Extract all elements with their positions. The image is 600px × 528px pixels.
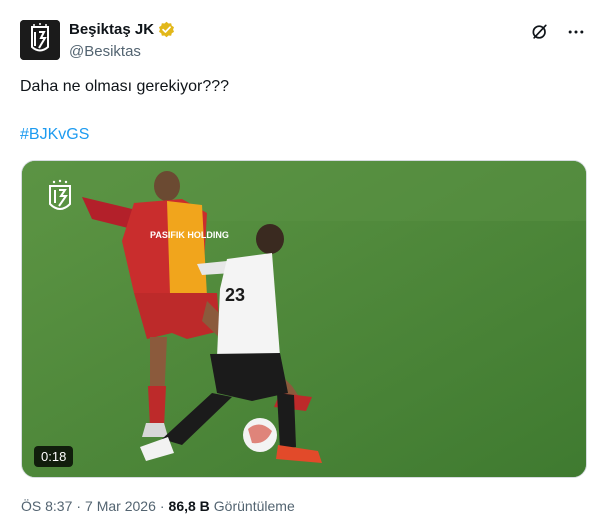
hashtag-link[interactable]: #BJKvGS (20, 126, 89, 144)
display-name[interactable]: Beşiktaş JK (69, 21, 154, 38)
video-frame: PASIFIK HOLDING 23 (22, 161, 586, 477)
meta-separator: · (76, 498, 82, 514)
verified-badge-icon[interactable] (158, 21, 175, 38)
svg-text:23: 23 (225, 285, 245, 305)
views-count[interactable]: 86,8 B (169, 498, 210, 514)
besiktas-crest-icon (20, 20, 60, 60)
author-name-row: Beşiktaş JK (69, 21, 175, 38)
tweet-date[interactable]: 7 Mar 2026 (85, 498, 156, 514)
avatar[interactable] (20, 20, 60, 60)
video-duration-badge: 0:18 (34, 446, 74, 467)
more-options-icon[interactable] (566, 22, 586, 42)
tweet-time[interactable]: ÖS 8:37 (21, 498, 72, 514)
tweet-actions (530, 22, 586, 42)
tweet-meta: ÖS 8:37 · 7 Mar 2026 · 86,8 B Görüntülem… (21, 498, 295, 514)
sponsor-text: PASIFIK HOLDING (150, 230, 229, 240)
besiktas-watermark-icon (49, 179, 71, 210)
views-label: Görüntüleme (213, 498, 295, 514)
author-handle[interactable]: @Besiktas (69, 43, 141, 60)
grok-icon[interactable] (530, 22, 550, 42)
video-player[interactable]: PASIFIK HOLDING 23 0:18 (21, 160, 587, 478)
tweet-card: Beşiktaş JK @Besiktas Daha ne olması ger… (0, 0, 600, 528)
meta-separator: · (159, 498, 165, 514)
tweet-text: Daha ne olması gerekiyor??? (20, 78, 230, 95)
